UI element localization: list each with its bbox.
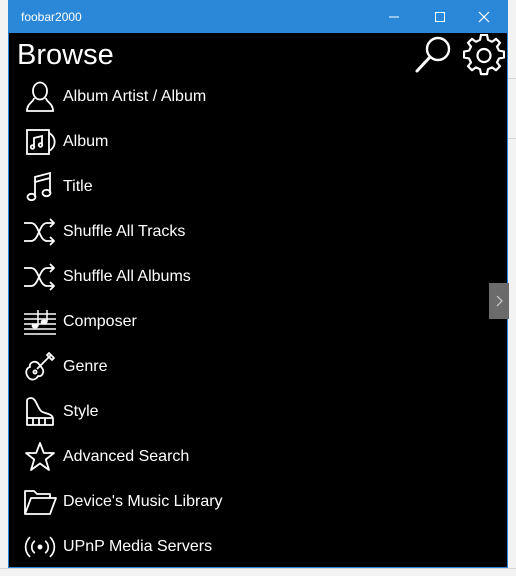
close-button[interactable] <box>461 1 507 33</box>
background-divider <box>508 138 516 139</box>
menu-item-album[interactable]: Album <box>9 120 489 165</box>
title-bar[interactable]: foobar2000 <box>9 1 507 33</box>
menu-item-device-library[interactable]: Device's Music Library <box>9 480 489 525</box>
menu-item-label: Advanced Search <box>63 448 190 465</box>
app-window: foobar2000 Browse Album Artist / Album A… <box>8 0 509 570</box>
star-icon <box>23 440 57 474</box>
window-title: foobar2000 <box>21 10 82 24</box>
menu-item-label: Device's Music Library <box>63 493 223 510</box>
side-panel-toggle[interactable] <box>489 283 509 319</box>
menu-item-label: Title <box>63 178 93 195</box>
menu-item-label: Composer <box>63 313 137 330</box>
menu-item-style[interactable]: Style <box>9 390 489 435</box>
background-divider <box>508 78 516 79</box>
piano-icon <box>23 395 57 429</box>
search-icon <box>415 36 451 73</box>
broadcast-icon <box>23 530 57 564</box>
gear-icon <box>463 34 505 76</box>
person-icon <box>23 80 57 114</box>
menu-item-upnp-servers[interactable]: UPnP Media Servers <box>9 525 489 570</box>
menu-item-album-artist[interactable]: Album Artist / Album <box>9 75 489 120</box>
menu-item-label: Album <box>63 133 109 150</box>
music-note-icon <box>23 170 57 204</box>
close-icon <box>478 11 490 23</box>
staff-icon <box>23 305 57 339</box>
folder-icon <box>23 485 57 519</box>
menu-item-shuffle-tracks[interactable]: Shuffle All Tracks <box>9 210 489 255</box>
menu-item-composer[interactable]: Composer <box>9 300 489 345</box>
search-button[interactable] <box>413 33 455 75</box>
minimize-button[interactable] <box>371 1 417 33</box>
menu-item-label: UPnP Media Servers <box>63 538 213 555</box>
menu-item-genre[interactable]: Genre <box>9 345 489 390</box>
menu-item-label: Genre <box>63 358 108 375</box>
maximize-icon <box>435 12 445 22</box>
shuffle-icon <box>23 215 57 249</box>
album-icon <box>23 125 57 159</box>
chevron-right-icon <box>496 295 503 307</box>
minimize-icon <box>389 16 399 18</box>
menu-item-label: Album Artist / Album <box>63 88 207 105</box>
menu-item-shuffle-albums[interactable]: Shuffle All Albums <box>9 255 489 300</box>
page-title: Browse <box>17 39 114 71</box>
maximize-button[interactable] <box>417 1 463 33</box>
settings-button[interactable] <box>463 34 505 76</box>
menu-item-label: Style <box>63 403 99 420</box>
menu-item-label: Shuffle All Albums <box>63 268 191 285</box>
menu-item-label: Shuffle All Tracks <box>63 223 186 240</box>
guitar-icon <box>23 350 57 384</box>
menu-item-advanced-search[interactable]: Advanced Search <box>9 435 489 480</box>
menu-item-title[interactable]: Title <box>9 165 489 210</box>
shuffle-icon <box>23 260 57 294</box>
